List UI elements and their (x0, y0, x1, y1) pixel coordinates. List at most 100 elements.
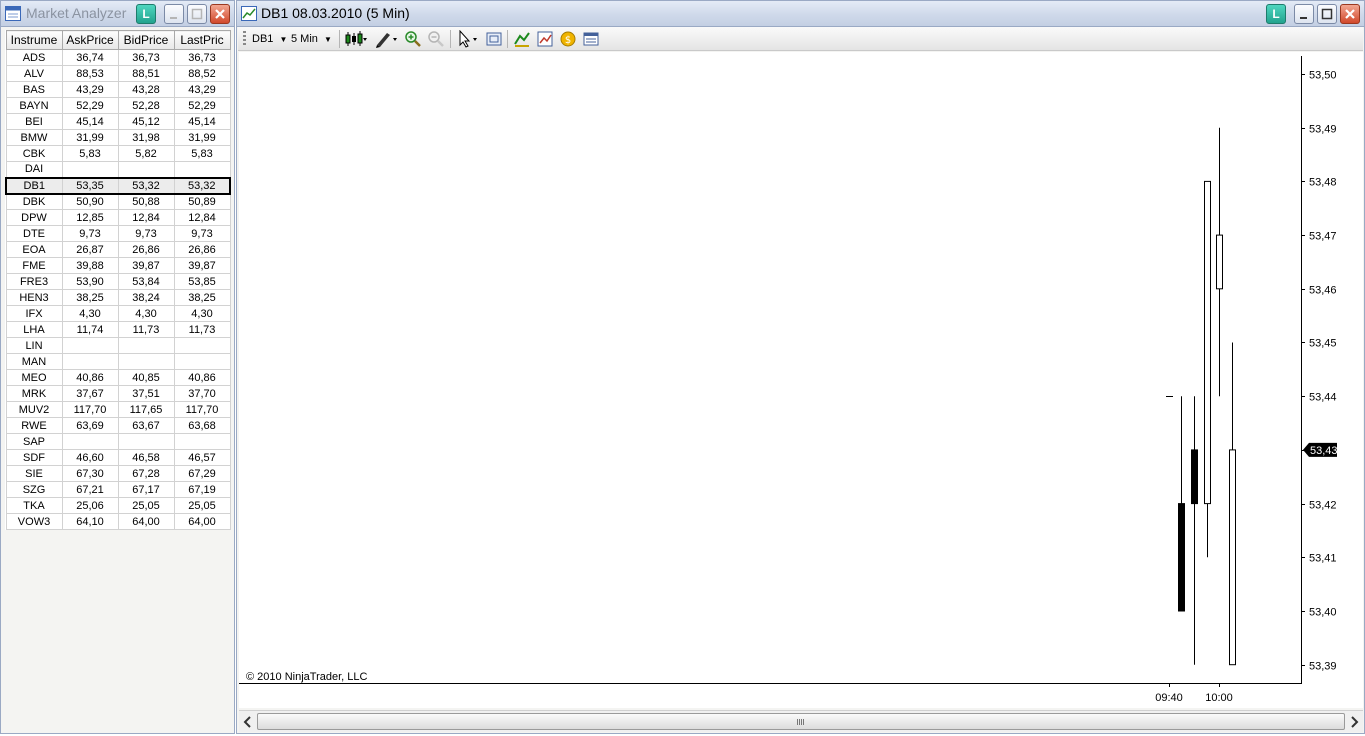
cell-last-price: 37,70 (173, 385, 231, 402)
instrument-row[interactable]: IFX 4,30 4,30 4,30 (5, 305, 231, 322)
cell-bid-price: 67,28 (117, 465, 175, 482)
instrument-row[interactable]: ADS 36,74 36,73 36,73 (5, 49, 231, 66)
strategies-icon[interactable] (536, 30, 554, 48)
cell-ask-price: 67,21 (61, 481, 119, 498)
cell-ask-price: 117,70 (61, 401, 119, 418)
market-analyzer-window: Market Analyzer L Instrume AskPrice BidP… (0, 0, 235, 734)
alerts-icon[interactable]: $ (559, 30, 577, 48)
instrument-row[interactable]: MRK 37,67 37,51 37,70 (5, 385, 231, 402)
instrument-row[interactable]: DAI (5, 161, 231, 178)
cell-ask-price: 31,99 (61, 129, 119, 146)
chart-style-icon[interactable] (344, 30, 368, 48)
instrument-row[interactable]: FME 39,88 39,87 39,87 (5, 257, 231, 274)
instrument-row[interactable]: TKA 25,06 25,05 25,05 (5, 497, 231, 514)
cell-last-price: 4,30 (173, 305, 231, 322)
instrument-row[interactable]: LHA 11,74 11,73 11,73 (5, 321, 231, 338)
drawing-tool-icon[interactable] (374, 30, 398, 48)
cell-instrument: HEN3 (5, 289, 63, 306)
link-button[interactable]: L (136, 4, 156, 24)
instrument-row[interactable]: MAN (5, 353, 231, 370)
close-button[interactable] (1340, 4, 1360, 24)
instrument-row[interactable]: LIN (5, 337, 231, 354)
cell-ask-price: 9,73 (61, 225, 119, 242)
minimize-button[interactable] (164, 4, 184, 24)
cell-last-price (173, 337, 231, 354)
instrument-row[interactable]: BEI 45,14 45,12 45,14 (5, 113, 231, 130)
toolbar-separator (339, 30, 340, 48)
cell-bid-price: 46,58 (117, 449, 175, 466)
data-box-icon[interactable] (582, 30, 600, 48)
toolbar-separator (450, 30, 451, 48)
cell-bid-price: 36,73 (117, 49, 175, 66)
cell-ask-price: 4,30 (61, 305, 119, 322)
horizontal-scrollbar[interactable] (239, 710, 1363, 732)
zoom-in-icon[interactable] (404, 30, 422, 48)
zoom-out-icon[interactable] (427, 30, 445, 48)
chart-titlebar[interactable]: DB1 08.03.2010 (5 Min) L (237, 1, 1364, 27)
cell-ask-price: 43,29 (61, 81, 119, 98)
cell-ask-price: 11,74 (61, 321, 119, 338)
cell-ask-price: 45,14 (61, 113, 119, 130)
scroll-left-button[interactable] (240, 713, 256, 731)
maximize-button[interactable] (187, 4, 207, 24)
column-header-ask-price[interactable]: AskPrice (61, 30, 119, 50)
cell-instrument: MRK (5, 385, 63, 402)
toolbar-grip[interactable] (243, 31, 246, 47)
scroll-right-button[interactable] (1346, 713, 1362, 731)
instrument-row[interactable]: DTE 9,73 9,73 9,73 (5, 225, 231, 242)
close-button[interactable] (210, 4, 230, 24)
cell-last-price: 9,73 (173, 225, 231, 242)
instrument-row[interactable]: DBK 50,90 50,88 50,89 (5, 193, 231, 210)
cell-instrument: DB1 (5, 176, 63, 195)
cell-ask-price: 5,83 (61, 145, 119, 162)
column-header-instrument[interactable]: Instrume (5, 30, 63, 50)
y-tick-label: 53,44 (1309, 392, 1337, 404)
window-title: Market Analyzer (26, 5, 127, 21)
instrument-row[interactable]: DB1 53,35 53,32 53,32 (5, 176, 231, 195)
indicators-icon[interactable] (513, 30, 531, 48)
interval-selector[interactable]: 5 Min ▼ (291, 30, 332, 48)
cell-bid-price: 43,28 (117, 81, 175, 98)
cell-bid-price: 9,73 (117, 225, 175, 242)
cell-instrument: DTE (5, 225, 63, 242)
cell-ask-price: 40,86 (61, 369, 119, 386)
cell-last-price: 25,05 (173, 497, 231, 514)
instrument-row[interactable]: CBK 5,83 5,82 5,83 (5, 145, 231, 162)
instrument-row[interactable]: BMW 31,99 31,98 31,99 (5, 129, 231, 146)
instrument-row[interactable]: DPW 12,85 12,84 12,84 (5, 209, 231, 226)
minimize-button[interactable] (1294, 4, 1314, 24)
cell-instrument: EOA (5, 241, 63, 258)
cursor-pointer-icon[interactable] (456, 30, 480, 48)
cell-bid-price: 67,17 (117, 481, 175, 498)
cell-ask-price: 67,30 (61, 465, 119, 482)
instrument-row[interactable]: EOA 26,87 26,86 26,86 (5, 241, 231, 258)
column-header-bid-price[interactable]: BidPrice (117, 30, 175, 50)
snapshot-icon[interactable] (485, 30, 503, 48)
instrument-row[interactable]: SZG 67,21 67,17 67,19 (5, 481, 231, 498)
instrument-row[interactable]: BAS 43,29 43,28 43,29 (5, 81, 231, 98)
instrument-row[interactable]: RWE 63,69 63,67 63,68 (5, 417, 231, 434)
y-tick-label: 53,49 (1309, 124, 1337, 136)
cell-last-price: 39,87 (173, 257, 231, 274)
market-analyzer-titlebar[interactable]: Market Analyzer L (1, 1, 234, 27)
price-chart[interactable]: 53,50 53,49 53,48 53,47 53,46 53,45 53,44 53,43… (239, 52, 1363, 708)
close-icon (1345, 9, 1355, 19)
instrument-row[interactable]: ALV 88,53 88,51 88,52 (5, 65, 231, 82)
scroll-thumb[interactable] (257, 713, 1345, 730)
link-button[interactable]: L (1266, 4, 1286, 24)
cell-bid-price: 117,65 (117, 401, 175, 418)
instrument-row[interactable]: SAP (5, 433, 231, 450)
maximize-button[interactable] (1317, 4, 1337, 24)
instrument-selector[interactable]: DB1 ▼ (252, 30, 287, 48)
chart-panel[interactable]: 53,50 53,49 53,48 53,47 53,46 53,45 53,44 53,43… (239, 52, 1363, 708)
instrument-row[interactable]: SDF 46,60 46,58 46,57 (5, 449, 231, 466)
instrument-row[interactable]: MEO 40,86 40,85 40,86 (5, 369, 231, 386)
column-header-last-price[interactable]: LastPric (173, 30, 231, 50)
instrument-row[interactable]: VOW3 64,10 64,00 64,00 (5, 513, 231, 530)
cell-last-price: 11,73 (173, 321, 231, 338)
instrument-row[interactable]: FRE3 53,90 53,84 53,85 (5, 273, 231, 290)
instrument-row[interactable]: BAYN 52,29 52,28 52,29 (5, 97, 231, 114)
instrument-row[interactable]: HEN3 38,25 38,24 38,25 (5, 289, 231, 306)
instrument-row[interactable]: MUV2 117,70 117,65 117,70 (5, 401, 231, 418)
instrument-row[interactable]: SIE 67,30 67,28 67,29 (5, 465, 231, 482)
